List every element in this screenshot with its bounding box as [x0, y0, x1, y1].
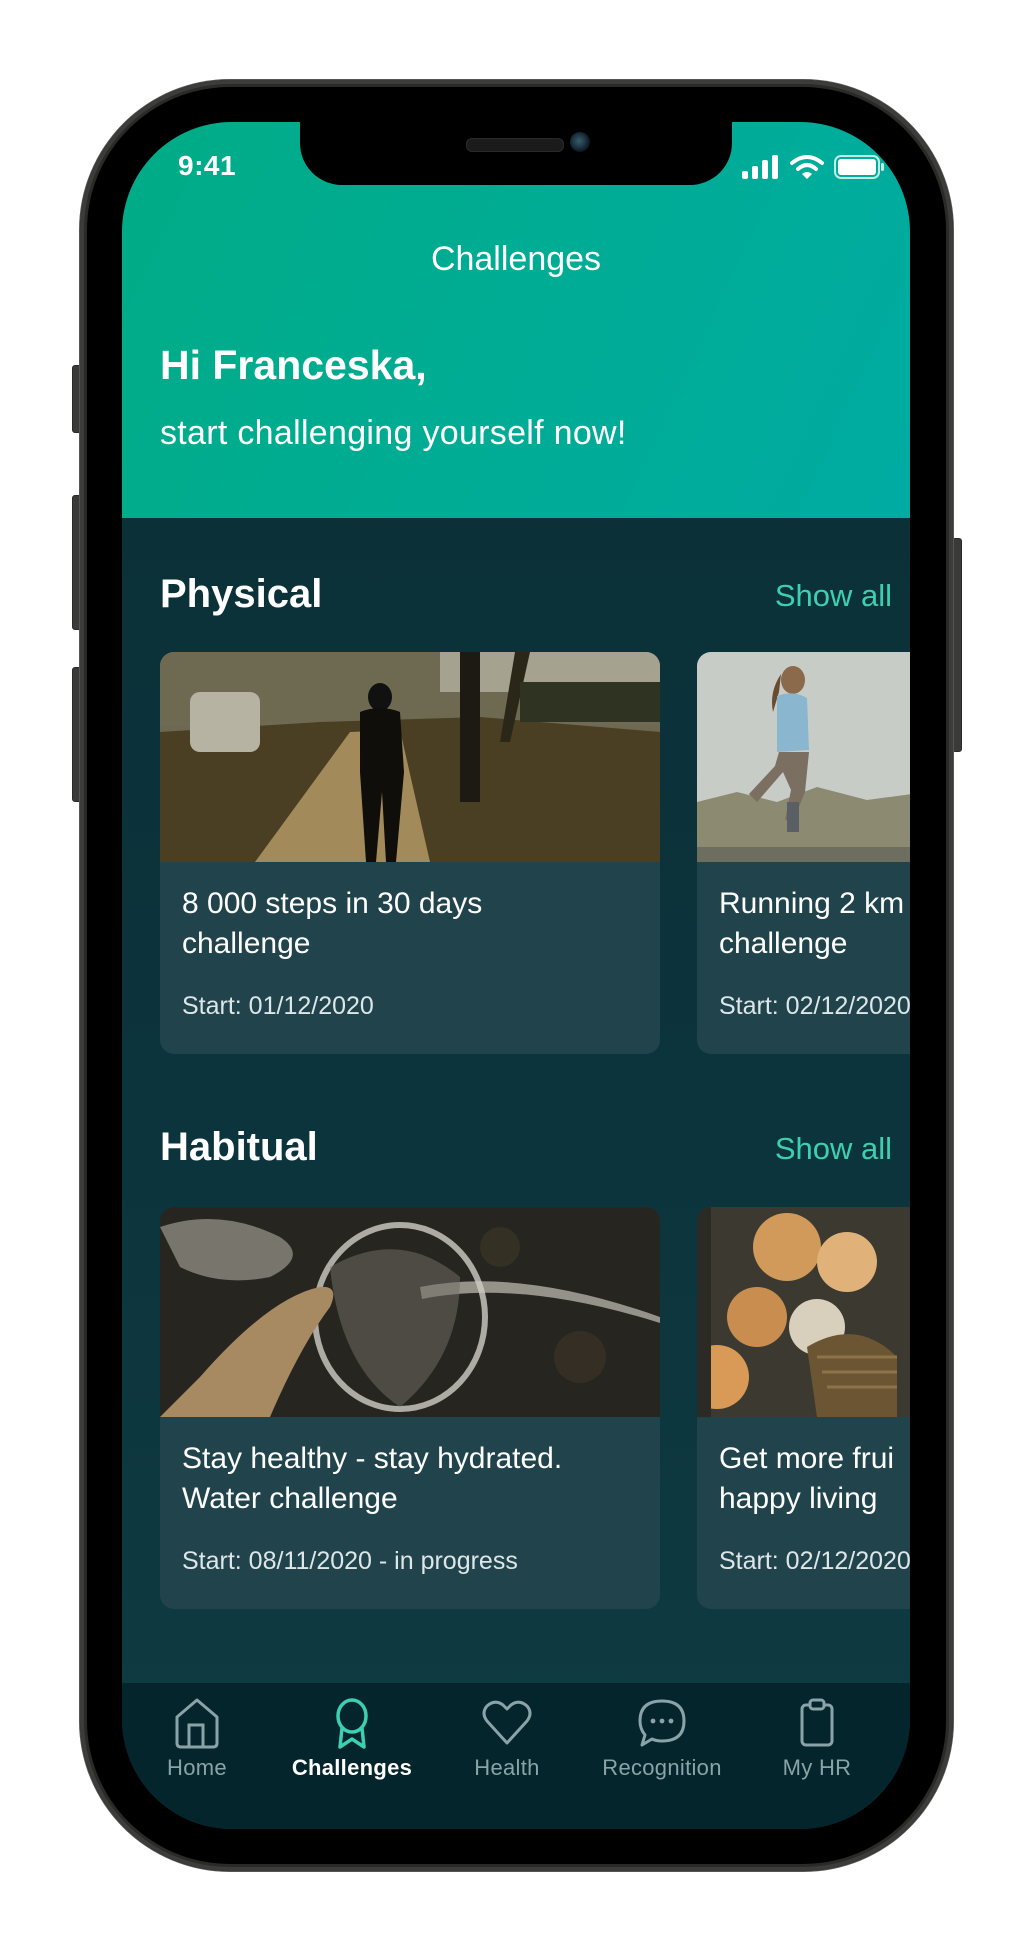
cellular-signal-icon: [742, 155, 778, 179]
clipboard-icon: [800, 1698, 834, 1747]
tab-health[interactable]: Health: [432, 1697, 582, 1797]
battery-icon: [834, 155, 884, 179]
greeting: Hi Franceska,: [160, 342, 427, 388]
section-title-habitual: Habitual: [160, 1125, 318, 1169]
status-icons: [742, 154, 886, 180]
greeting-subtitle: start challenging yourself now!: [160, 414, 627, 452]
tab-recognition[interactable]: Recognition: [587, 1697, 737, 1797]
award-ribbon-icon: [336, 1698, 368, 1749]
header: 9:41 Challenges Hi Franceska, start chal…: [122, 122, 910, 518]
physical-carousel[interactable]: 8 000 steps in 30 days challenge Start: …: [160, 652, 910, 1056]
tab-home[interactable]: Home: [122, 1697, 272, 1797]
front-camera: [570, 132, 590, 152]
section-title-physical: Physical: [160, 572, 323, 616]
app-screen: 9:41 Challenges Hi Franceska, start chal…: [122, 122, 910, 1829]
show-all-physical-button[interactable]: Show all: [775, 578, 892, 614]
tab-my-hr[interactable]: My HR: [742, 1697, 892, 1797]
tab-label: Health: [474, 1755, 540, 1780]
chat-bubble-icon: [638, 1699, 686, 1747]
notch: [300, 122, 732, 185]
challenge-card[interactable]: Get more frui happy living Start: 02/12/…: [697, 1207, 910, 1609]
challenge-image-fruit: [697, 1207, 910, 1417]
challenge-title: 8 000 steps in 30 days challenge: [182, 887, 483, 960]
challenge-title: Get more frui happy living: [719, 1442, 895, 1515]
challenge-start-date: Start: 02/12/2020: [719, 992, 910, 1020]
status-time: 9:41: [178, 150, 237, 181]
challenge-title: Running 2 km challenge: [719, 887, 905, 960]
bottom-tab-bar: Home Challenges Health Recognition My HR: [122, 1683, 910, 1829]
show-all-habitual-button[interactable]: Show all: [775, 1131, 892, 1167]
home-icon: [175, 1698, 219, 1749]
page-title: Challenges: [430, 240, 602, 278]
challenge-start-date: Start: 01/12/2020: [182, 992, 374, 1020]
tab-challenges[interactable]: Challenges: [277, 1697, 427, 1797]
challenge-card[interactable]: Running 2 km challenge Start: 02/12/2020: [697, 652, 910, 1054]
wifi-icon: [790, 155, 824, 179]
tab-label: Home: [167, 1755, 227, 1780]
challenge-card[interactable]: 8 000 steps in 30 days challenge Start: …: [160, 652, 660, 1054]
heart-icon: [482, 1700, 532, 1745]
challenge-start-date: Start: 08/11/2020 - in progress: [182, 1547, 518, 1575]
challenge-image-water: [160, 1207, 660, 1417]
challenge-card[interactable]: Stay healthy - stay hydrated. Water chal…: [160, 1207, 660, 1609]
challenge-image-running: [697, 652, 910, 862]
challenge-image-walking: [160, 652, 660, 862]
challenge-start-date: Start: 02/12/2020: [719, 1547, 910, 1575]
tab-label: My HR: [782, 1755, 852, 1780]
speaker: [466, 138, 564, 152]
tab-label: Recognition: [602, 1755, 722, 1780]
tab-label: Challenges: [291, 1755, 413, 1780]
habitual-carousel[interactable]: Stay healthy - stay hydrated. Water chal…: [160, 1207, 910, 1611]
challenge-title: Stay healthy - stay hydrated. Water chal…: [182, 1442, 563, 1515]
power-button: [952, 538, 962, 752]
